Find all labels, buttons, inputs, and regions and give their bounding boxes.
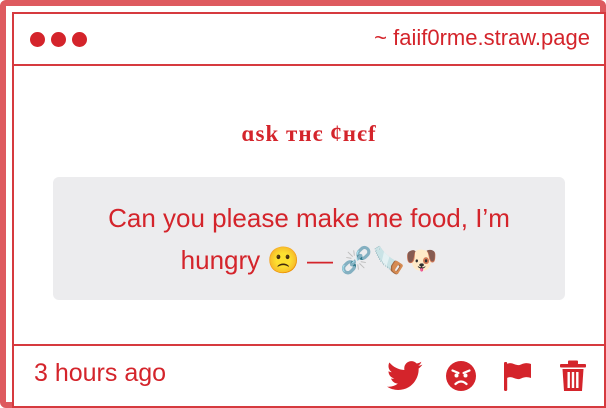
window-dot-icon [72, 32, 87, 47]
title-bar: ~ faiif0rme.straw.page [14, 14, 604, 66]
action-bar [386, 359, 592, 393]
window-frame: ~ faiif0rme.straw.page ɑsk ᴛʜє ¢ʜєf Can … [0, 0, 606, 408]
question-card: ~ faiif0rme.straw.page ɑsk ᴛʜє ¢ʜєf Can … [12, 12, 606, 408]
flag-icon [504, 362, 531, 391]
question-text: Can you please make me food, I’m hungry … [108, 202, 510, 275]
window-dot-icon [51, 32, 66, 47]
delete-button[interactable] [554, 359, 592, 393]
card-footer: 3 hours ago [14, 344, 604, 406]
main-content: ɑsk ᴛʜє ¢ʜєf Can you please make me food… [14, 66, 604, 344]
react-angry-button[interactable] [442, 359, 480, 393]
twitter-icon [387, 361, 423, 390]
share-twitter-button[interactable] [386, 359, 424, 393]
report-button[interactable] [498, 359, 536, 393]
page-url[interactable]: ~ faiif0rme.straw.page [374, 25, 590, 51]
question-box: Can you please make me food, I’m hungry … [53, 177, 565, 300]
page-title: ɑsk ᴛʜє ¢ʜєf [241, 121, 377, 146]
trash-icon [560, 360, 586, 391]
angry-face-icon [446, 361, 476, 391]
window-dot-icon [30, 32, 45, 47]
timestamp: 3 hours ago [34, 359, 167, 387]
window-controls [30, 32, 87, 47]
